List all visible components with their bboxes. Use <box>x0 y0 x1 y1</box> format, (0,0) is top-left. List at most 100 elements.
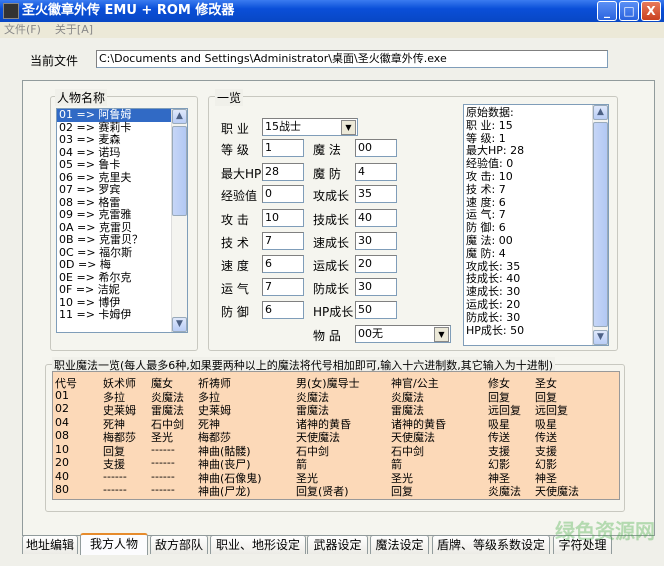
stat-label: 最大HP <box>221 167 262 181</box>
stat-label: 速成长 <box>313 236 350 250</box>
tab-4[interactable]: 武器设定 <box>307 535 368 554</box>
tab-1[interactable]: 我方人物 <box>80 533 148 555</box>
magic-table-cell: 08 <box>55 429 69 442</box>
raw-data-scrollbar[interactable]: ▲ ▼ <box>592 105 608 345</box>
tab-6[interactable]: 盾牌、等级系数设定 <box>432 535 550 554</box>
stat-label: 经验值 <box>221 189 258 203</box>
chevron-down-icon[interactable]: ▼ <box>434 327 449 342</box>
magic-table-cell: 10 <box>55 442 69 456</box>
character-list-item[interactable]: 09 => 克雷雅 <box>57 208 171 222</box>
character-list-item[interactable]: 0F => 洁妮 <box>57 283 171 297</box>
stat-input[interactable]: 28 <box>262 163 304 181</box>
raw-data-line: 职 业: 15 <box>466 118 513 132</box>
tab-0[interactable]: 地址编辑 <box>22 535 78 554</box>
magic-table-cell: 20 <box>55 456 69 469</box>
scroll-thumb[interactable] <box>172 126 187 216</box>
character-list-item[interactable]: 0B => 克雷贝？ <box>57 233 171 247</box>
stat-label: 运成长 <box>313 259 350 273</box>
magic-table-cell: 炎魔法 <box>488 485 521 498</box>
menu-file[interactable]: 文件(F) <box>4 23 41 36</box>
maximize-button[interactable]: □ <box>619 1 639 21</box>
scroll-thumb[interactable] <box>593 122 608 327</box>
magic-table-cell: 04 <box>55 415 69 429</box>
stat-label: 运 气 <box>221 282 249 296</box>
raw-data-line: 技 术: 7 <box>466 182 506 196</box>
job-label: 职 业 <box>221 122 249 136</box>
raw-data-line: 魔 法: 00 <box>466 233 513 247</box>
raw-data-line: 魔 防: 4 <box>466 246 506 260</box>
close-button[interactable]: X <box>641 1 661 21</box>
stat-input[interactable]: 1 <box>262 139 304 157</box>
stat-label: 防 御 <box>221 305 249 319</box>
stat-input[interactable]: 50 <box>355 301 397 319</box>
current-file-input[interactable]: C:\Documents and Settings\Administrator\… <box>96 50 608 68</box>
stat-label: 攻 击 <box>221 213 249 227</box>
window-title: 圣火徽章外传 EMU + ROM 修改器 <box>22 3 235 18</box>
magic-table-cell: 40 <box>55 469 69 483</box>
stat-input[interactable]: 4 <box>355 163 397 181</box>
title-bar[interactable]: 圣火徽章外传 EMU + ROM 修改器 <box>0 0 664 22</box>
magic-table-cell: ------ <box>103 469 127 483</box>
job-select[interactable]: 15战士 ▼ <box>262 118 358 136</box>
character-scrollbar[interactable]: ▲ ▼ <box>171 109 187 332</box>
character-list-item[interactable]: 05 => 鲁卡 <box>57 158 171 172</box>
raw-data-line: 防成长: 30 <box>466 310 521 324</box>
magic-table-cell: 01 <box>55 388 69 402</box>
stat-input[interactable]: 40 <box>355 209 397 227</box>
stat-label: 防成长 <box>313 282 350 296</box>
stat-input[interactable]: 7 <box>262 232 304 250</box>
magic-table-cell: ------ <box>151 442 175 456</box>
stat-input[interactable]: 0 <box>262 185 304 203</box>
character-list-item[interactable]: 11 => 卡姆伊 <box>57 308 171 322</box>
chevron-down-icon[interactable]: ▼ <box>341 120 356 135</box>
magic-table-cell: 02 <box>55 402 69 415</box>
magic-table-cell: 天使魔法 <box>535 485 579 498</box>
menu-bar: 文件(F) 关于[A] <box>0 22 664 38</box>
scroll-down-icon[interactable]: ▼ <box>172 317 187 332</box>
magic-table-cell: 回复(贤者) <box>296 485 349 498</box>
stat-label: HP成长 <box>313 305 354 319</box>
minimize-button[interactable]: _ <box>597 1 617 21</box>
magic-table: 代号 妖术师 魔女 祈祷师 男(女)魔导士 神官/公主 修女 圣女 01 多拉 炎魔法 多拉 炎魔法 炎魔… <box>52 371 620 500</box>
raw-data-textbox[interactable]: 原始数据: 职 业: 15 等 级: 1 最大HP: 28 经验值: 0攻 击: 10 技… <box>463 104 609 346</box>
stat-input[interactable]: 35 <box>355 185 397 203</box>
stat-input[interactable]: 30 <box>355 232 397 250</box>
overview-group-title: 一览 <box>215 89 244 106</box>
character-list-item[interactable]: 03 => 麦森 <box>57 133 171 147</box>
magic-table-cell: 神曲(尸龙) <box>198 485 251 498</box>
character-list-item[interactable]: 07 => 罗宾 <box>57 183 171 197</box>
scroll-up-icon[interactable]: ▲ <box>593 105 608 120</box>
characters-group-title: 人物名称 <box>55 89 108 106</box>
stat-input[interactable]: 30 <box>355 278 397 296</box>
stat-input[interactable]: 00 <box>355 139 397 157</box>
scroll-up-icon[interactable]: ▲ <box>172 109 187 124</box>
tab-3[interactable]: 职业、地形设定 <box>210 535 306 554</box>
stat-input[interactable]: 10 <box>262 209 304 227</box>
character-list-item[interactable]: 01 => 阿鲁姆 <box>57 108 171 122</box>
stat-input[interactable]: 20 <box>355 255 397 273</box>
stat-label: 等 级 <box>221 143 249 157</box>
character-listbox[interactable]: 01 => 阿鲁姆 02 => 赛莉卡 03 => 麦森 04 => 诺玛 05 => … <box>56 108 188 333</box>
tab-2[interactable]: 敌方部队 <box>150 535 208 554</box>
stat-label: 技成长 <box>313 213 350 227</box>
watermark: 绿色资源网 <box>555 519 655 543</box>
stat-label: 攻成长 <box>313 189 350 203</box>
stat-input[interactable]: 6 <box>262 255 304 273</box>
stat-label: 魔 法 <box>313 143 341 157</box>
magic-table-cell: ------ <box>151 469 175 483</box>
stat-label: 技 术 <box>221 236 249 250</box>
raw-data-line: 原始数据: <box>466 106 514 119</box>
menu-about[interactable]: 关于[A] <box>55 23 93 36</box>
raw-data-line: 攻 击: 10 <box>466 169 513 183</box>
item-select[interactable]: 00无 ▼ <box>355 325 451 343</box>
magic-table-cell: ------ <box>151 456 175 469</box>
current-file-label: 当前文件 <box>30 54 79 68</box>
stat-input[interactable]: 6 <box>262 301 304 319</box>
item-value: 00无 <box>358 327 383 340</box>
magic-table-cell: 回复 <box>391 485 413 498</box>
character-list-item[interactable]: 0D => 梅 <box>57 258 171 272</box>
tab-5[interactable]: 魔法设定 <box>370 535 429 554</box>
scroll-down-icon[interactable]: ▼ <box>593 330 608 345</box>
stat-input[interactable]: 7 <box>262 278 304 296</box>
job-value: 15战士 <box>265 120 301 133</box>
